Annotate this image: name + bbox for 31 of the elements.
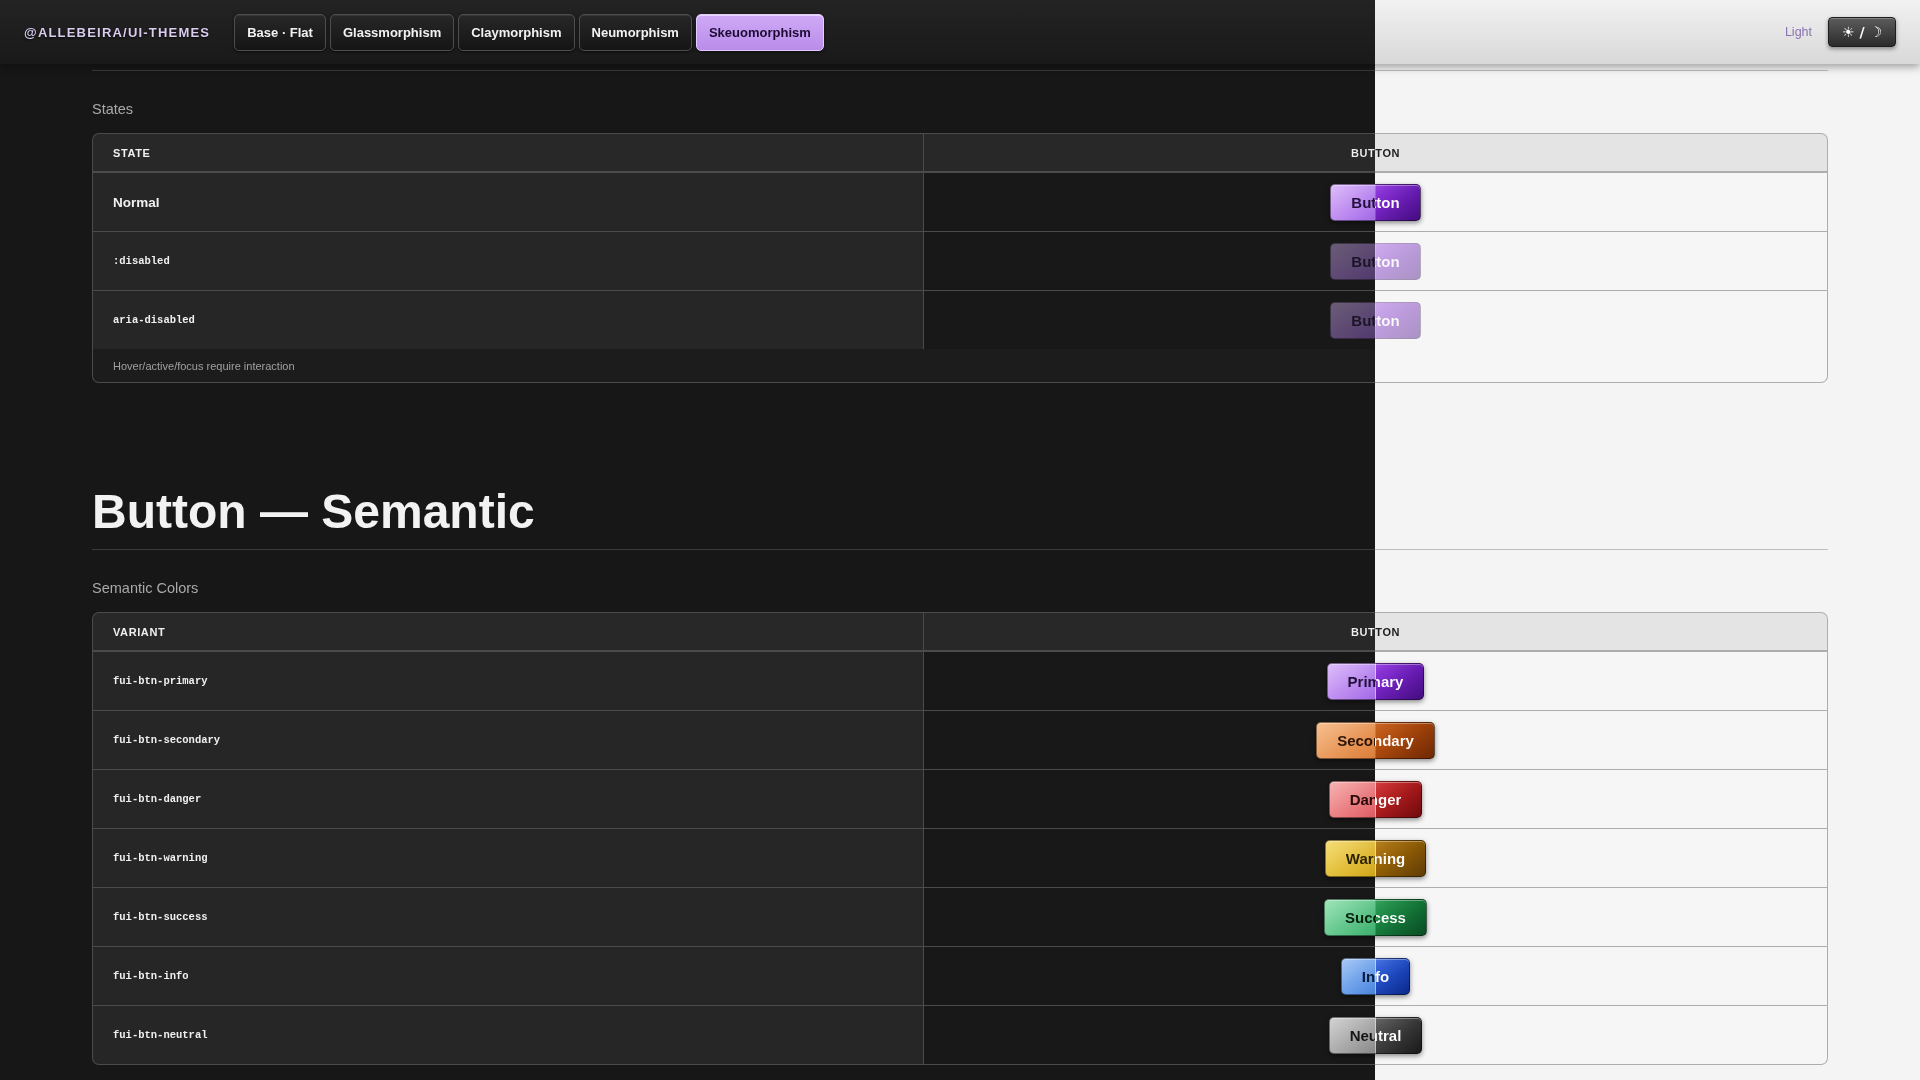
- column-header: STATE: [93, 134, 923, 171]
- sample-button[interactable]: Warning: [1324, 839, 1427, 877]
- column-header: BUTTON: [924, 613, 1827, 650]
- section-heading: Button — Semantic: [92, 484, 536, 540]
- sample-button[interactable]: Success: [1324, 898, 1427, 936]
- sample-button[interactable]: Secondary: [1316, 721, 1435, 759]
- section-subtitle: States: [92, 100, 135, 118]
- brand-name: @ALLEBEIRA/UI-THEMES: [24, 24, 211, 40]
- table-cell: fui-btn-danger: [93, 770, 923, 828]
- table-cell: fui-btn-neutral: [93, 1006, 923, 1064]
- table-cell: fui-btn-success: [93, 888, 923, 946]
- theme-tab[interactable]: Neumorphism: [578, 13, 692, 51]
- column-header: BUTTON: [924, 134, 1827, 171]
- section-subtitle: Semantic Colors: [92, 579, 200, 597]
- table-cell: aria-disabled: [93, 291, 923, 349]
- mode-label: Light: [1784, 25, 1813, 39]
- table-cell: Normal: [93, 173, 923, 231]
- theme-tab[interactable]: Skeuomorphism: [695, 13, 824, 51]
- theme-toggle-button[interactable]: ☀ / ☽: [1828, 17, 1896, 47]
- table-cell: fui-btn-secondary: [93, 711, 923, 769]
- theme-tab[interactable]: Glassmorphism: [329, 13, 455, 51]
- theme-tab[interactable]: Claymorphism: [458, 13, 575, 51]
- table-footnote: Hover/active/focus require interaction: [93, 349, 1827, 382]
- table-cell: fui-btn-warning: [93, 829, 923, 887]
- table-cell: fui-btn-info: [93, 947, 923, 1005]
- sample-button[interactable]: Info: [1340, 957, 1411, 995]
- column-header: VARIANT: [93, 613, 923, 650]
- table-cell: :disabled: [93, 232, 923, 290]
- sample-button[interactable]: Button: [1330, 183, 1421, 221]
- table-cell: fui-btn-primary: [93, 652, 923, 710]
- theme-tab[interactable]: Base · Flat: [234, 13, 326, 51]
